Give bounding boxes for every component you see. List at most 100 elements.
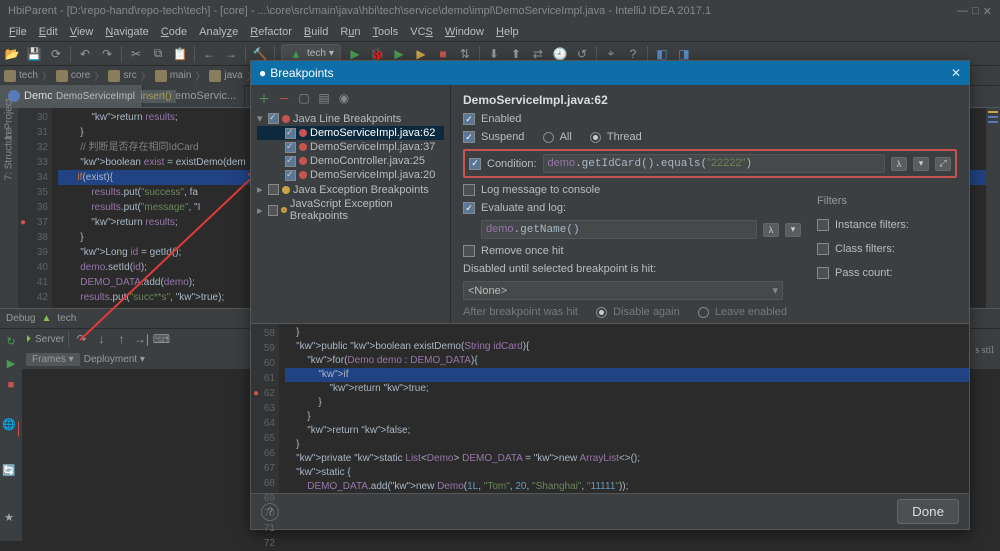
sync-icon[interactable]: ⟳ [48,46,64,62]
server-tab[interactable]: Server [35,334,64,345]
log-console-checkbox[interactable] [463,184,475,196]
tree-bp-item[interactable]: DemoServiceImpl.java:37 [257,140,444,154]
expand-editor-icon[interactable]: ⤢ [935,157,951,171]
tree-root-java-line[interactable]: ▾Java Line Breakpoints [257,111,444,126]
menu-edit[interactable]: Edit [34,24,63,40]
tree-bp-item[interactable]: DemoServiceImpl.java:62 [257,126,444,140]
code-preview: 585960616263646566676869707172 } "kw">pu… [251,323,969,493]
frames-tab[interactable]: Frames ▾ [26,353,80,366]
disabled-until-select[interactable]: <None>▾ [463,281,783,300]
dialog-title-bar[interactable]: ● Breakpoints ✕ [251,61,969,85]
crumb-item[interactable]: tech [4,70,38,82]
remove-once-checkbox[interactable] [463,245,475,257]
help-button[interactable]: ? [261,503,279,521]
done-button[interactable]: Done [897,499,959,524]
menu-view[interactable]: View [65,24,99,40]
crumb-item[interactable]: main [155,70,192,82]
menu-file[interactable]: File [4,24,32,40]
menu-navigate[interactable]: Navigate [100,24,153,40]
menu-vcs[interactable]: VCS [405,24,438,40]
group-icon[interactable]: ▤ [317,91,331,105]
dialog-close-icon[interactable]: ✕ [951,66,961,80]
menu-build[interactable]: Build [299,24,333,40]
expand-icon[interactable]: ◉ [337,91,351,105]
history-dropdown-icon[interactable]: ▾ [785,223,801,237]
web-tool-icon[interactable]: 🌐 [2,418,16,431]
eval-log-checkbox[interactable] [463,202,475,214]
breadcrumb-annotation: DemoServiceImpl insert() [52,90,176,103]
editor-marker-strip[interactable] [986,108,1000,308]
window-title-bar: HbiParent - [D:\repo-hand\repo-tech\tech… [0,0,1000,22]
lang-icon[interactable]: λ [891,157,907,171]
suspend-thread-radio[interactable] [590,132,601,143]
condition-checkbox[interactable] [469,158,481,170]
class-filter-checkbox[interactable] [817,243,829,255]
remove-bp-icon[interactable]: － [277,91,291,105]
structure-tool[interactable]: 7: Structure [4,129,15,181]
tree-bp-item[interactable]: DemoServiceImpl.java:20 [257,168,444,182]
debug-config[interactable]: tech [57,313,76,324]
pass-count-checkbox[interactable] [817,267,829,279]
resume-icon[interactable]: ▶ [3,355,19,371]
eval-log-input[interactable]: demo.getName() [481,220,757,239]
copy-icon[interactable]: ⧉ [150,46,166,62]
tree-bp-item[interactable]: DemoController.java:25 [257,154,444,168]
preview-code: } "kw">public "kw">boolean existDemo(Str… [279,324,969,493]
menu-tools[interactable]: Tools [368,24,404,40]
fwd-icon[interactable]: → [223,46,239,62]
menu-window[interactable]: Window [440,24,489,40]
debug-tab[interactable]: Debug [6,313,35,324]
redo-icon[interactable]: ↷ [99,46,115,62]
menu-help[interactable]: Help [491,24,524,40]
max-icon[interactable]: □ [972,5,979,18]
history-dropdown-icon[interactable]: ▾ [913,157,929,171]
rerun-icon[interactable]: ↻ [3,333,19,349]
close-icon[interactable]: ✕ [983,5,992,18]
menu-refactor[interactable]: Refactor [245,24,297,40]
condition-row: Condition: demo.getIdCard().equals("2222… [463,149,957,178]
enabled-checkbox[interactable] [463,113,475,125]
step-out-icon[interactable]: ↑ [113,331,129,347]
crumb-item[interactable]: core [56,70,90,82]
open-icon[interactable]: 📂 [4,46,20,62]
breakpoints-dialog: ● Breakpoints ✕ ＋ － ▢ ▤ ◉ ▾Java Line Bre… [250,60,970,530]
run-to-cursor-icon[interactable]: →| [133,331,149,347]
add-bp-icon[interactable]: ＋ [257,91,271,105]
save-icon[interactable]: 💾 [26,46,42,62]
step-into-icon[interactable]: ↓ [93,331,109,347]
back-icon[interactable]: ← [201,46,217,62]
favorites-tool-icon[interactable]: ★ [4,511,14,524]
disable-again-radio[interactable] [596,307,607,318]
breakpoint-icon: ● [259,66,266,80]
suspend-all-radio[interactable] [543,132,554,143]
undo-icon[interactable]: ↶ [77,46,93,62]
window-title: HbiParent - [D:\repo-hand\repo-tech\tech… [8,5,711,17]
menubar: File Edit View Navigate Code Analyze Ref… [0,22,1000,42]
step-over-icon[interactable]: ↷ [73,331,89,347]
paste-icon[interactable]: 📋 [172,46,188,62]
filters-header: Filters [817,195,957,207]
crumb-item[interactable]: java [209,70,242,82]
breakpoint-tree: ＋ － ▢ ▤ ◉ ▾Java Line Breakpoints DemoSer… [251,85,451,323]
deployment-tab[interactable]: Deployment ▾ [84,354,145,365]
suspend-checkbox[interactable] [463,131,475,143]
filter-icon[interactable]: ▢ [297,91,311,105]
lang-icon[interactable]: λ [763,223,779,237]
tree-exception-bp[interactable]: ▸Java Exception Breakpoints [257,182,444,197]
stop-debug-icon[interactable]: ■ [3,377,19,393]
editor-gutter[interactable]: 303132333435363738394041424344454647 [18,108,52,308]
folder-icon [4,70,16,82]
menu-code[interactable]: Code [156,24,192,40]
dialog-footer: ? Done [251,493,969,529]
min-icon[interactable]: — [957,5,968,18]
eval-icon[interactable]: ⌨ [153,331,169,347]
cut-icon[interactable]: ✂ [128,46,144,62]
tree-js-exception-bp[interactable]: ▸JavaScript Exception Breakpoints [257,197,444,223]
instance-filter-checkbox[interactable] [817,219,829,231]
menu-analyze[interactable]: Analyze [194,24,243,40]
crumb-item[interactable]: src [108,70,136,82]
jrebel-tool-icon[interactable]: 🔄 [2,464,16,477]
menu-run[interactable]: Run [335,24,365,40]
condition-input[interactable]: demo.getIdCard().equals("22222") [543,154,885,173]
leave-enabled-radio[interactable] [698,307,709,318]
